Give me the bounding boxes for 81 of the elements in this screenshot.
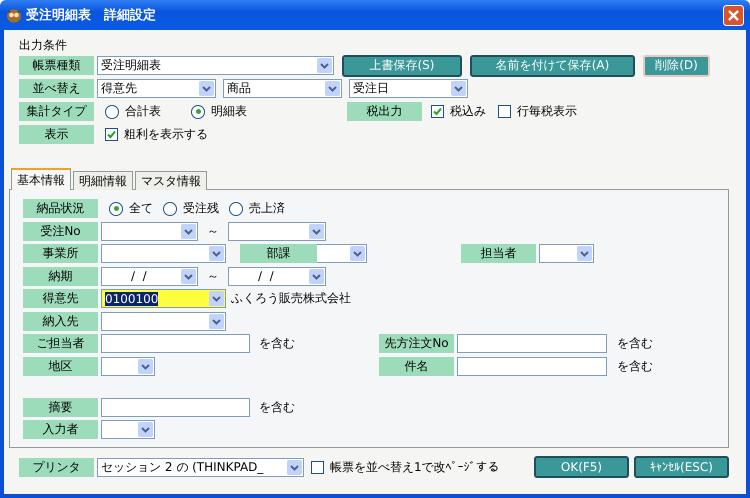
checkbox-option[interactable]: 税込み <box>431 103 486 120</box>
section-heading: 出力条件 <box>19 37 67 54</box>
dropdown[interactable]: 得意先 <box>97 79 216 98</box>
chevron-down-icon <box>138 422 153 437</box>
field-label: 得意先 <box>23 289 98 308</box>
chevron-down-icon <box>309 268 324 284</box>
dropdown[interactable] <box>101 420 155 439</box>
chevron-down-icon <box>317 58 332 73</box>
contains-label: を含む <box>259 335 295 352</box>
dropdown[interactable] <box>101 356 155 376</box>
field-label: 担当者 <box>461 244 536 263</box>
field-label: 集計タイプ <box>19 102 94 121</box>
customer-name: ふくろう販売株式会社 <box>231 290 351 307</box>
chevron-down-icon <box>350 246 365 261</box>
dropdown[interactable] <box>317 244 367 263</box>
input-field[interactable] <box>101 398 250 416</box>
chevron-down-icon <box>209 246 224 261</box>
dropdown[interactable]: 商品 <box>223 79 342 98</box>
radio-option[interactable]: 売上済 <box>229 200 285 217</box>
field-label: 納期 <box>23 266 98 286</box>
chevron-down-icon <box>287 460 302 474</box>
radio-option[interactable]: 明細表 <box>191 103 247 120</box>
app-icon <box>6 7 22 23</box>
field-label: 並べ替え <box>19 79 94 98</box>
window-title: 受注明細表 詳細設定 <box>26 6 157 24</box>
field-label: 先方注文No <box>379 334 454 353</box>
field-label: 受注No <box>23 222 98 240</box>
dropdown[interactable]: 受注日 <box>349 79 468 98</box>
contains-label: を含む <box>259 398 295 416</box>
field-label: 税出力 <box>347 102 422 121</box>
input-field[interactable] <box>101 334 250 353</box>
radio-option[interactable]: 合計表 <box>105 103 161 120</box>
field-label: 件名 <box>379 356 454 376</box>
field-label: 事業所 <box>23 244 98 263</box>
checkbox-option[interactable]: 帳票を並べ替え1で改ﾍﾟｰｼﾞする <box>311 458 500 476</box>
chevron-down-icon <box>209 291 224 306</box>
tab[interactable]: マスタ情報 <box>135 171 207 190</box>
field-label: 表示 <box>19 125 94 144</box>
field-label: 地区 <box>23 356 98 376</box>
printer-dropdown[interactable]: セッション 2 の (THINKPAD_ <box>97 458 304 476</box>
check-icon <box>106 129 117 140</box>
range-separator: ～ <box>206 268 220 284</box>
chevron-down-icon <box>451 81 466 96</box>
field-label: 入力者 <box>23 420 98 439</box>
dropdown[interactable] <box>539 244 594 263</box>
field-label: ご担当者 <box>23 334 98 353</box>
field-label: 部課 <box>240 244 317 263</box>
input-field[interactable] <box>457 356 607 376</box>
chevron-down-icon <box>577 246 592 261</box>
chevron-down-icon <box>199 81 214 96</box>
input-field[interactable] <box>457 334 607 353</box>
dropdown[interactable] <box>101 312 226 330</box>
field-label: 納入先 <box>23 312 98 330</box>
chevron-down-icon <box>181 268 196 284</box>
tab[interactable]: 基本情報 <box>11 168 71 190</box>
close-icon[interactable] <box>723 4 744 26</box>
checkbox-option[interactable]: 粗利を表示する <box>105 126 208 143</box>
check-icon <box>432 106 443 117</box>
contains-label: を含む <box>617 358 653 374</box>
chevron-down-icon <box>309 224 324 238</box>
range-separator: ～ <box>206 222 220 240</box>
dropdown[interactable] <box>101 222 198 240</box>
tab[interactable]: 明細情報 <box>73 171 133 190</box>
checkbox-option[interactable]: 行毎税表示 <box>498 103 577 120</box>
chevron-down-icon <box>325 81 340 96</box>
dropdown[interactable] <box>101 244 226 263</box>
dropdown[interactable]: 受注明細表 <box>97 56 334 75</box>
radio-option[interactable]: 全て <box>109 200 153 217</box>
chevron-down-icon <box>209 314 224 328</box>
chevron-down-icon <box>181 224 196 238</box>
radio-option[interactable]: 受注残 <box>163 200 219 217</box>
dropdown[interactable]: 0100100 <box>101 289 226 308</box>
dropdown[interactable] <box>228 222 326 240</box>
field-label: 摘要 <box>23 398 98 416</box>
contains-label: を含む <box>617 335 653 352</box>
date-dropdown[interactable]: / / <box>101 266 198 286</box>
field-label: プリンタ <box>19 458 94 476</box>
chevron-down-icon <box>138 358 153 374</box>
date-dropdown[interactable]: / / <box>228 266 326 286</box>
field-label: 納品状況 <box>23 199 98 218</box>
field-label: 帳票種類 <box>19 56 94 75</box>
